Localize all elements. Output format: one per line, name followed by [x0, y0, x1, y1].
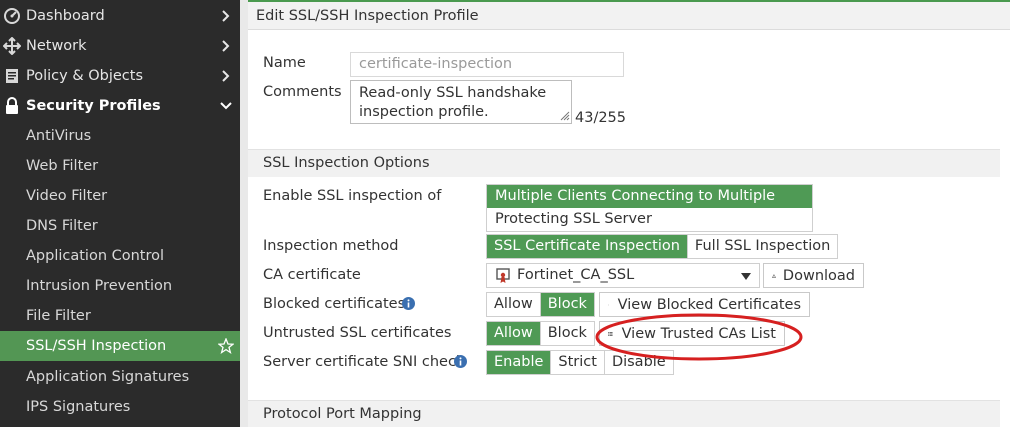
ca-certificate-label: CA certificate — [263, 267, 361, 283]
lock-icon — [6, 97, 18, 114]
nav-security-profiles[interactable]: Security Profiles — [0, 91, 240, 121]
resize-handle-icon[interactable] — [560, 111, 570, 121]
nav-policy-objects[interactable]: Policy & Objects — [0, 61, 240, 91]
port-mapping-title: Protocol Port Mapping — [263, 406, 422, 422]
nav-web-filter[interactable]: Web Filter — [0, 151, 240, 181]
list-icon — [608, 331, 613, 336]
nav-video-filter-label: Video Filter — [26, 188, 108, 204]
chevron-right-icon — [222, 10, 230, 22]
nav-network-label: Network — [26, 38, 87, 54]
sidebar-gutter — [240, 0, 248, 427]
network-icon — [3, 37, 21, 55]
nav-security-label: Security Profiles — [26, 98, 161, 114]
comments-label: Comments — [263, 84, 342, 100]
inspection-method-label: Inspection method — [263, 238, 399, 254]
page-title: Edit SSL/SSH Inspection Profile — [256, 8, 479, 24]
nav-ips-signatures[interactable]: IPS Signatures — [0, 392, 240, 422]
blocked-certificates-toggle: Allow Block — [486, 292, 595, 317]
policy-icon — [6, 69, 18, 83]
option-multiple-clients[interactable]: Multiple Clients Connecting to Multiple … — [487, 185, 812, 227]
dashboard-icon — [4, 8, 20, 24]
blocked-block[interactable]: Block — [540, 293, 594, 316]
comments-line-1: Read-only SSL handshake — [359, 85, 547, 101]
nav-ssl-label: SSL/SSH Inspection — [26, 338, 167, 354]
nav-dns-filter[interactable]: DNS Filter — [0, 211, 240, 241]
view-blocked-label: View Blocked Certificates — [617, 296, 801, 313]
blocked-allow[interactable]: Allow — [487, 293, 541, 316]
comments-counter: 43/255 — [575, 110, 627, 126]
content-edge — [1000, 30, 1010, 427]
nav-antivirus[interactable]: AntiVirus — [0, 121, 240, 151]
list-icon — [608, 304, 609, 305]
nav-video-filter[interactable]: Video Filter — [0, 181, 240, 211]
chevron-right-icon — [222, 70, 230, 82]
untrusted-allow[interactable]: Allow — [487, 322, 541, 345]
option-protecting-ssl-server[interactable]: Protecting SSL Server — [487, 208, 812, 231]
untrusted-ssl-toggle: Allow Block — [486, 321, 595, 346]
view-trusted-label: View Trusted CAs List — [621, 325, 776, 342]
nav-policy-label: Policy & Objects — [26, 68, 144, 84]
name-label: Name — [263, 55, 306, 71]
nav-app-control-label: Application Control — [26, 248, 165, 264]
untrusted-block[interactable]: Block — [541, 322, 594, 345]
page-header: Edit SSL/SSH Inspection Profile — [248, 0, 1010, 30]
nav-dashboard-label: Dashboard — [26, 8, 105, 24]
option-ssl-certificate-inspection[interactable]: SSL Certificate Inspection — [487, 235, 688, 258]
nav-dns-filter-label: DNS Filter — [26, 218, 98, 234]
nav-web-filter-label: Web Filter — [26, 158, 99, 174]
inspection-method-toggle: SSL Certificate Inspection Full SSL Insp… — [486, 234, 839, 259]
view-trusted-cas-button[interactable]: View Trusted CAs List — [599, 321, 785, 346]
nav-file-filter-label: File Filter — [26, 308, 91, 324]
download-icon — [772, 273, 776, 278]
sni-check-label: Server certificate SNI check — [263, 354, 465, 370]
certificate-icon — [496, 268, 510, 283]
nav-app-sig-label: Application Signatures — [26, 369, 190, 385]
ssl-options-section-header: SSL Inspection Options — [248, 149, 1000, 177]
nav-network[interactable]: Network — [0, 31, 240, 61]
nav-file-filter[interactable]: File Filter — [0, 301, 240, 331]
nav-application-control[interactable]: Application Control — [0, 241, 240, 271]
sni-strict[interactable]: Strict — [551, 351, 605, 374]
comments-line-2: inspection profile. — [359, 104, 489, 120]
nav-ssl-ssh-inspection[interactable]: SSL/SSH Inspection — [0, 331, 240, 361]
info-icon[interactable] — [454, 355, 467, 368]
ca-certificate-value: Fortinet_CA_SSL — [517, 267, 635, 283]
nav-ips-label: Intrusion Prevention — [26, 278, 173, 294]
sni-disable[interactable]: Disable — [605, 351, 673, 374]
option-full-ssl-inspection[interactable]: Full SSL Inspection — [688, 235, 837, 258]
chevron-right-icon — [222, 40, 230, 52]
comments-textarea[interactable]: Read-only SSL handshake inspection profi… — [350, 80, 572, 124]
caret-down-icon — [741, 273, 751, 280]
sni-enable[interactable]: Enable — [487, 351, 552, 374]
nav-intrusion-prevention[interactable]: Intrusion Prevention — [0, 271, 240, 301]
untrusted-ssl-label: Untrusted SSL certificates — [263, 325, 452, 341]
star-icon[interactable] — [218, 338, 234, 354]
ssl-options-title: SSL Inspection Options — [263, 155, 430, 171]
nav-ips-sig-label: IPS Signatures — [26, 399, 131, 415]
info-icon[interactable] — [402, 297, 415, 310]
sidebar: Dashboard Network Policy & Objects Secur… — [0, 0, 240, 427]
sni-check-toggle: Enable Strict Disable — [486, 350, 674, 375]
name-input[interactable]: certificate-inspection — [350, 52, 624, 77]
download-label: Download — [782, 267, 855, 284]
blocked-certificates-label: Blocked certificates — [263, 296, 406, 312]
ca-certificate-select[interactable]: Fortinet_CA_SSL — [486, 263, 760, 288]
nav-antivirus-label: AntiVirus — [26, 128, 92, 144]
nav-dashboard[interactable]: Dashboard — [0, 1, 240, 31]
enable-ssl-label: Enable SSL inspection of — [263, 188, 442, 204]
nav-application-signatures[interactable]: Application Signatures — [0, 362, 240, 392]
enable-ssl-options: Multiple Clients Connecting to Multiple … — [486, 184, 813, 232]
download-button[interactable]: Download — [763, 263, 864, 288]
chevron-down-icon — [220, 102, 232, 110]
port-mapping-section-header: Protocol Port Mapping — [248, 400, 1000, 427]
view-blocked-certificates-button[interactable]: View Blocked Certificates — [599, 292, 810, 317]
